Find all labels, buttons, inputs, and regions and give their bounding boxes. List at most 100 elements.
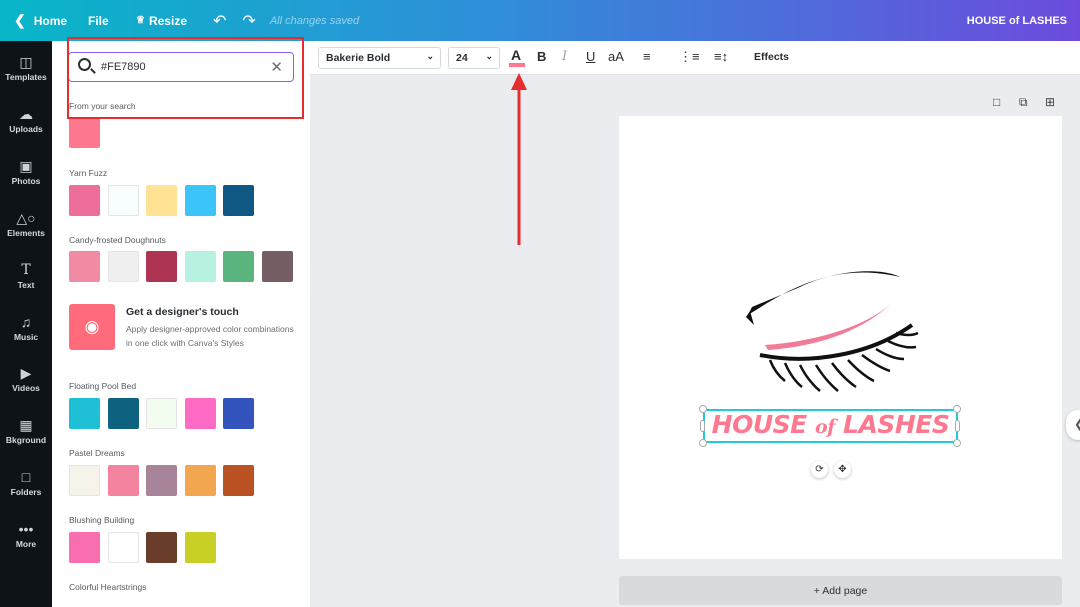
color-swatch[interactable] xyxy=(185,185,216,216)
resize-handle[interactable] xyxy=(953,405,961,413)
upload-icon: ☁ xyxy=(19,106,33,122)
letter-case-button[interactable]: aA xyxy=(608,49,624,64)
elements-icon: △○ xyxy=(16,210,36,226)
search-icon xyxy=(78,58,91,71)
rail-label: Elements xyxy=(7,228,45,238)
file-menu-button[interactable]: File xyxy=(80,0,120,41)
color-swatch[interactable] xyxy=(69,532,100,563)
palette-title: Floating Pool Bed xyxy=(69,381,137,391)
color-panel: #FE7890 ✕ From your search Yarn Fuzz Can… xyxy=(52,41,310,607)
color-swatch[interactable] xyxy=(146,532,177,563)
more-icon: ••• xyxy=(18,521,34,537)
show-panel-icon[interactable]: ❮ xyxy=(1066,410,1080,440)
color-swatch[interactable] xyxy=(146,465,177,496)
designer-description: Apply designer-approved color combinatio… xyxy=(126,324,294,348)
resize-button[interactable]: ♕ Resize xyxy=(128,0,195,41)
templates-icon: ◫ xyxy=(19,54,33,70)
design-title[interactable]: HOUSE of LASHES xyxy=(967,0,1067,41)
add-page-button[interactable]: + Add page xyxy=(619,576,1062,605)
rail-item-folders[interactable]: □ Folders xyxy=(0,468,52,497)
logo-text[interactable]: HOUSE of LASHES xyxy=(703,407,958,443)
designer-touch-card[interactable]: ◉ Get a designer's touch Apply designer-… xyxy=(69,304,299,374)
clear-search-icon[interactable]: ✕ xyxy=(270,58,283,76)
rail-item-text[interactable]: T Text xyxy=(0,261,52,290)
line-spacing-icon[interactable]: ≡↕ xyxy=(714,49,728,64)
color-swatch[interactable] xyxy=(69,117,100,148)
undo-button[interactable]: ↶ xyxy=(205,0,234,41)
color-swatch[interactable] xyxy=(185,398,216,429)
color-swatch[interactable] xyxy=(185,251,216,282)
italic-button[interactable]: I xyxy=(562,49,567,64)
effects-button[interactable]: Effects xyxy=(754,51,789,63)
logo-text-of: of xyxy=(814,416,835,438)
text-toolbar: Bakerie Bold ⌄ 24 ⌄ A B I U aA ≡ ⋮≡ ≡↕ E… xyxy=(310,41,1080,75)
rail-item-more[interactable]: ••• More xyxy=(0,520,52,549)
color-swatch[interactable] xyxy=(223,465,254,496)
color-swatch[interactable] xyxy=(223,398,254,429)
video-icon: ▶ xyxy=(20,365,32,381)
color-swatch[interactable] xyxy=(108,398,139,429)
rail-item-elements[interactable]: △○ Elements xyxy=(0,209,52,238)
logo-text-lashes: LASHES xyxy=(843,410,950,439)
rail-item-background[interactable]: ▦ Bkground xyxy=(0,416,52,445)
color-swatch[interactable] xyxy=(69,398,100,429)
side-resize-handle[interactable] xyxy=(955,420,960,432)
folder-icon: □ xyxy=(21,469,31,485)
color-swatch[interactable] xyxy=(185,532,216,563)
bullet-list-icon[interactable]: ⋮≡ xyxy=(679,49,700,65)
rail-label: Music xyxy=(13,332,39,342)
photo-icon: ▣ xyxy=(19,158,33,174)
font-size-dropdown[interactable]: 24 ⌄ xyxy=(448,47,500,69)
color-swatch[interactable] xyxy=(108,532,139,563)
eyelash-logo-graphic xyxy=(746,271,919,392)
bold-button[interactable]: B xyxy=(537,49,546,64)
resize-handle[interactable] xyxy=(699,405,707,413)
color-swatch[interactable] xyxy=(108,251,139,282)
palette-title: Pastel Dreams xyxy=(69,448,125,458)
color-swatch[interactable] xyxy=(146,185,177,216)
side-resize-handle[interactable] xyxy=(700,420,705,432)
color-swatch[interactable] xyxy=(262,251,293,282)
rail-label: Templates xyxy=(5,72,47,82)
resize-handle[interactable] xyxy=(953,439,961,447)
redo-button[interactable]: ↷ xyxy=(234,0,263,41)
duplicate-page-icon[interactable]: ⧉ xyxy=(1019,95,1028,110)
color-swatch[interactable] xyxy=(69,465,100,496)
chevron-down-icon: ⌄ xyxy=(485,51,493,61)
text-color-button[interactable]: A xyxy=(511,47,521,63)
add-new-page-icon[interactable]: ⊞ xyxy=(1045,95,1055,109)
color-swatch[interactable] xyxy=(146,251,177,282)
font-family-dropdown[interactable]: Bakerie Bold ⌄ xyxy=(318,47,441,69)
rail-label: Bkground xyxy=(5,435,47,445)
color-swatch[interactable] xyxy=(108,465,139,496)
undo-icon: ↶ xyxy=(213,12,227,30)
move-icon[interactable]: ✥ xyxy=(834,461,851,478)
align-center-icon[interactable]: ≡ xyxy=(643,49,651,64)
color-swatch[interactable] xyxy=(69,251,100,282)
underline-button[interactable]: U xyxy=(586,49,595,64)
rail-item-music[interactable]: ♫ Music xyxy=(0,313,52,342)
rail-item-photos[interactable]: ▣ Photos xyxy=(0,157,52,186)
color-search-field[interactable]: #FE7890 ✕ xyxy=(68,52,294,82)
home-label: Home xyxy=(33,13,68,28)
search-input[interactable]: #FE7890 xyxy=(101,61,146,73)
resize-handle[interactable] xyxy=(699,439,707,447)
notes-icon[interactable]: □ xyxy=(993,95,1000,109)
rail-item-templates[interactable]: ◫ Templates xyxy=(0,53,52,82)
rail-label: Uploads xyxy=(9,124,43,134)
color-swatch[interactable] xyxy=(108,185,139,216)
color-swatch[interactable] xyxy=(146,398,177,429)
color-swatch[interactable] xyxy=(223,185,254,216)
rail-item-uploads[interactable]: ☁ Uploads xyxy=(0,105,52,134)
file-label: File xyxy=(88,13,109,28)
color-swatch[interactable] xyxy=(69,185,100,216)
rail-item-videos[interactable]: ▶ Videos xyxy=(0,364,52,393)
rotate-icon[interactable]: ⟳ xyxy=(811,461,828,478)
chevron-down-icon: ⌄ xyxy=(426,51,434,61)
chevron-left-icon: ❮ xyxy=(14,12,26,28)
rail-label: Videos xyxy=(12,383,40,393)
home-button[interactable]: ❮ Home xyxy=(0,0,80,41)
color-swatch[interactable] xyxy=(185,465,216,496)
resize-label: Resize xyxy=(148,13,187,28)
color-swatch[interactable] xyxy=(223,251,254,282)
